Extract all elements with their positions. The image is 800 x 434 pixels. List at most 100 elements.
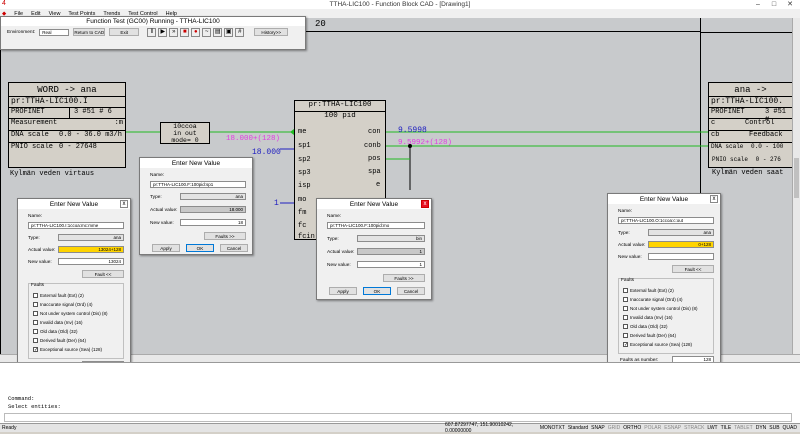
fault-toggle-button[interactable]: Faults >>: [383, 274, 425, 282]
close-icon[interactable]: x: [120, 200, 128, 208]
pin-sp1[interactable]: sp1: [298, 142, 311, 150]
fault-checkbox[interactable]: Old data (Old) (32): [623, 323, 698, 330]
word-to-ana-block[interactable]: WORD -> ana pr:TTHA-LIC100.I PROFINET 3 …: [8, 82, 126, 168]
enter-value-dialog-mo: Enter New Value x Name: pr:TTHA-LIC100.F:…: [316, 198, 432, 300]
measurement-label: Measurement: [11, 119, 58, 127]
pin-pos[interactable]: pos: [368, 155, 381, 163]
new-label: New value:: [618, 255, 642, 260]
name-field[interactable]: pr:TTHA-LIC100.O:1ccoa:c:out: [618, 217, 714, 224]
fault-checkbox[interactable]: Derived fault (Der) (64): [33, 337, 108, 344]
fault-checkbox[interactable]: External fault (Ext) (2): [623, 287, 698, 294]
toggle-sub[interactable]: SUB: [769, 425, 779, 431]
toggle-standard[interactable]: Standard: [568, 425, 588, 431]
type-field: ana: [648, 229, 714, 236]
pin-fcin[interactable]: fcin: [298, 233, 315, 241]
scroll-thumb[interactable]: [794, 158, 799, 198]
toggle-grid[interactable]: GRID: [608, 425, 621, 431]
watch-icon[interactable]: ●: [191, 27, 201, 37]
enter-value-dialog-sp1: Enter New Value Name: pr:TTHA-LIC100.F:1…: [139, 157, 253, 255]
dna-scale-value: 0.0 - 36.0 m3/h: [59, 131, 123, 139]
ccoa-block[interactable]: 10ccoa in out mode= 0: [160, 122, 210, 144]
fault-checkbox[interactable]: Old data (Old) (32): [33, 328, 108, 335]
cancel-button[interactable]: Cancel: [397, 287, 425, 295]
return-to-cad-button[interactable]: Return to CAD: [73, 28, 106, 36]
toggle-polar[interactable]: POLAR: [644, 425, 661, 431]
fault-checkbox[interactable]: Not under system control (Dis) (8): [33, 310, 108, 317]
toggle-dyn[interactable]: DYN: [756, 425, 767, 431]
apply-button[interactable]: Apply: [329, 287, 357, 295]
name-field[interactable]: pr:TTHA-LIC100.I:1ccoa:mc:mme: [28, 222, 124, 229]
name-field[interactable]: pr:TTHA-LIC100.F:100pid:mo: [327, 222, 425, 229]
command-window[interactable]: Command: Select entities:: [0, 362, 800, 423]
pin-fm[interactable]: fm: [298, 209, 306, 217]
toggle-ortho[interactable]: ORTHO: [623, 425, 641, 431]
command-input[interactable]: [4, 413, 792, 422]
new-value-field[interactable]: 13024: [58, 258, 124, 265]
ana-pin-c: c: [711, 119, 716, 127]
pid-type: 100 pid: [324, 112, 356, 120]
stop-icon[interactable]: ■: [180, 27, 190, 37]
fault-checkbox[interactable]: Inaccurate signal (Ord) (4): [623, 296, 698, 303]
toggle-quad[interactable]: QUAD: [783, 425, 797, 431]
fault-toggle-button[interactable]: Fault <<: [672, 265, 714, 273]
fault-checkbox[interactable]: Not under system control (Dis) (8): [623, 305, 698, 312]
fault-checkbox[interactable]: Invalid data (Inv) (16): [623, 314, 698, 321]
pin-sp2[interactable]: sp2: [298, 156, 311, 164]
fault-toggle-button[interactable]: Faults >>: [204, 232, 246, 240]
minimize-button[interactable]: –: [750, 0, 766, 9]
ok-button[interactable]: OK: [186, 244, 214, 252]
pid-header: pr:TTHA-LIC100: [295, 101, 385, 112]
cancel-button[interactable]: Cancel: [220, 244, 248, 252]
play-icon[interactable]: ▶: [158, 27, 168, 37]
new-value-field[interactable]: 1: [357, 261, 425, 268]
fault-checkbox[interactable]: Inaccurate signal (Ord) (4): [33, 301, 108, 308]
fault-checkbox[interactable]: ✓ Exceptional source (Sea) (128): [623, 341, 698, 348]
pin-me[interactable]: me: [298, 128, 306, 136]
fault-checkbox[interactable]: External fault (Ext) (2): [33, 292, 108, 299]
block-tag: pr:TTHA-LIC100.I: [9, 97, 125, 108]
ok-button[interactable]: OK: [363, 287, 391, 295]
table-icon[interactable]: ▤: [213, 27, 223, 37]
toggle-strack[interactable]: STRACK: [684, 425, 704, 431]
name-field[interactable]: pr:TTHA-LIC100.F:100pid:sp1: [150, 181, 246, 188]
toggle-monotxt[interactable]: MONOTXT: [540, 425, 565, 431]
toggle-esnap[interactable]: ESNAP: [664, 425, 681, 431]
dialog-title: Enter New Value: [140, 158, 252, 168]
pin-isp[interactable]: isp: [298, 182, 311, 190]
maximize-button[interactable]: □: [766, 0, 782, 9]
enter-value-dialog-left: Enter New Value x Name: pr:TTHA-LIC100.I:…: [17, 198, 131, 388]
pin-mo[interactable]: mo: [298, 196, 306, 204]
status-bar: Ready 607.87297747, 151.90010242, 0.0000…: [0, 422, 800, 434]
vertical-scrollbar[interactable]: [792, 18, 800, 354]
toggle-tile[interactable]: TILE: [721, 425, 732, 431]
close-icon[interactable]: x: [421, 200, 429, 208]
fault-toggle-button[interactable]: Fault <<: [82, 270, 124, 278]
step-icon[interactable]: »: [169, 27, 179, 37]
pin-sp3[interactable]: sp3: [298, 169, 311, 177]
pause-icon[interactable]: ‖: [147, 27, 157, 37]
toggle-tablet[interactable]: TABLET: [734, 425, 753, 431]
pin-fc[interactable]: fc: [298, 222, 306, 230]
actual-field: 13024+128: [58, 246, 124, 253]
pin-spa[interactable]: spa: [368, 168, 381, 176]
fault-checkbox[interactable]: ✓ Exceptional source (Sea) (128): [33, 346, 108, 353]
environment-select[interactable]: Real: [39, 28, 70, 36]
new-value-field[interactable]: 18: [180, 219, 246, 226]
type-label: Type:: [618, 231, 630, 236]
close-icon[interactable]: x: [710, 195, 718, 203]
apply-button[interactable]: Apply: [152, 244, 180, 252]
exit-button[interactable]: Exit: [109, 28, 140, 36]
pin-conb[interactable]: conb: [364, 142, 381, 150]
print-icon[interactable]: ▣: [224, 27, 234, 37]
fault-checkbox[interactable]: Derived fault (Der) (64): [623, 332, 698, 339]
history-button[interactable]: History>>: [254, 28, 289, 36]
close-button[interactable]: ✕: [782, 0, 798, 9]
pin-e[interactable]: e: [376, 181, 380, 189]
toggle-lwt[interactable]: LWT: [707, 425, 717, 431]
trend-icon[interactable]: ~: [202, 27, 212, 37]
grid-icon[interactable]: #: [235, 27, 245, 37]
new-value-field[interactable]: [648, 253, 714, 260]
pin-con[interactable]: con: [368, 128, 381, 136]
toggle-snap[interactable]: SNAP: [591, 425, 605, 431]
fault-checkbox[interactable]: Invalid data (Inv) (16): [33, 319, 108, 326]
